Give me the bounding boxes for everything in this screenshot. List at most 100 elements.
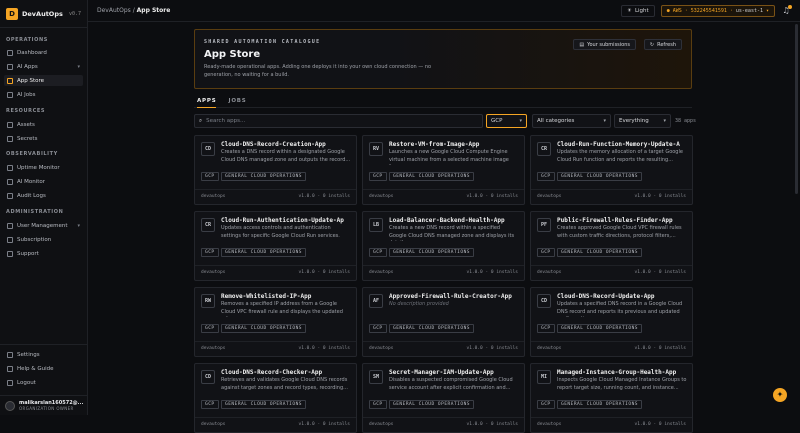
search-input[interactable]: ⌕ Search apps... [194,114,483,128]
app-card[interactable]: PF Public-Firewall-Rules-Finder-App Create… [530,211,693,281]
version-installs: v1.0.0 · 0 installs [634,270,686,275]
publisher-label: devautops [201,346,226,351]
app-title: Remove-Whitelisted-IP-App [221,293,312,300]
app-title: Load-Balancer-Backend-Health-App [389,217,505,224]
app-description: Updates the memory allocation of a targe… [557,149,683,163]
app-card[interactable]: RV Restore-VM-from-Image-App Launches a ne… [362,135,525,205]
sidebar-item-ai-jobs[interactable]: AI Jobs [4,89,83,100]
publisher-label: devautops [369,270,394,275]
app-card[interactable]: CR Cloud-Run-Authentication-Update-Ap Upda… [194,211,357,281]
card-divider [531,189,692,190]
app-title: Cloud-Run-Authentication-Update-Ap [221,217,344,224]
app-card[interactable]: CD Cloud-DNS-Record-Update-App Updates a s… [530,287,693,357]
sidebar-item-subscription[interactable]: Subscription [4,234,83,245]
user-role: ORGANIZATION OWNER [19,406,74,411]
sidebar-item-dashboard[interactable]: Dashboard [4,47,83,58]
card-divider [363,189,524,190]
app-count: 38 apps [675,118,697,124]
app-card[interactable]: MI Managed-Instance-Group-Health-App Inspe… [530,363,693,433]
your-submissions-button[interactable]: ▤ Your submissions [573,39,636,50]
app-description: Retrieves and validates Google Cloud DNS… [221,377,348,391]
provider-tag: GCP [201,248,219,257]
tab-apps[interactable]: APPS [197,96,217,108]
publisher-label: devautops [537,346,562,351]
app-title: Cloud-DNS-Record-Checker-App [221,369,323,376]
card-divider [363,341,524,342]
version-installs: v1.0.0 · 0 installs [634,346,686,351]
section-administration: ADMINISTRATION [6,209,64,215]
app-card[interactable]: CD Cloud-DNS-Record-Checker-App Retrieves … [194,363,357,433]
app-title: Cloud-Run-Function-Memory-Update-A [557,141,680,148]
breadcrumb-root[interactable]: DevAutOps [97,7,131,14]
theme-toggle-button[interactable]: ☀ Light [621,4,655,17]
gear-icon [7,351,13,358]
app-icon: RV [369,142,383,156]
category-select[interactable]: All categories ▾ [532,114,611,128]
section-observability: OBSERVABILITY [6,151,58,157]
provider-tag: GCP [537,324,555,333]
sidebar: D DevAutOps v0.7 OPERATIONS Dashboard AI… [0,0,88,415]
provider-tag: GCP [369,400,387,409]
category-tag: GENERAL CLOUD OPERATIONS [389,400,475,409]
sidebar-item-assets[interactable]: Assets [4,119,83,130]
publisher-label: devautops [537,270,562,275]
sidebar-item-secrets[interactable]: Secrets [4,133,83,144]
sidebar-item-settings[interactable]: Settings [4,349,83,360]
app-description: Launches a new Google Cloud Compute Engi… [389,149,509,165]
chevron-down-icon: ▾ [765,7,769,14]
refresh-button[interactable]: ↻ Refresh [643,39,682,50]
app-card[interactable]: CR Cloud-Run-Function-Memory-Update-A Upda… [530,135,693,205]
pulse-icon [7,164,13,171]
provider-select[interactable]: GCP ▾ [486,114,527,128]
app-description: Creates a new DNS record within a specif… [389,225,515,241]
app-title: Cloud-DNS-Record-Creation-App [221,141,326,148]
category-tag: GENERAL CLOUD OPERATIONS [557,248,643,257]
app-icon: LB [369,218,383,232]
category-tag: GENERAL CLOUD OPERATIONS [221,400,307,409]
monitor-icon [7,178,13,185]
sidebar-item-uptime-monitor[interactable]: Uptime Monitor [4,162,83,173]
separator: · [684,7,688,14]
scope-select[interactable]: Everything ▾ [614,114,671,128]
sidebar-item-ai-monitor[interactable]: AI Monitor [4,176,83,187]
app-card[interactable]: AF Approved-Firewall-Rule-Creator-App No d… [362,287,525,357]
chevron-down-icon: ▾ [519,118,522,124]
sidebar-item-logout[interactable]: Logout [4,377,83,388]
aws-account-selector[interactable]: ● AWS · 532245541591 · us-east-1 ▾ [660,4,775,17]
tab-jobs[interactable]: JOBS [228,96,246,108]
topbar: DevAutOps / App Store ☀ Light ● AWS · 53… [88,0,800,22]
provider-tag: GCP [201,172,219,181]
sidebar-item-ai-apps[interactable]: AI Apps ▾ [4,61,83,72]
provider-tag: GCP [537,400,555,409]
sidebar-item-help[interactable]: Help & Guide [4,363,83,374]
publisher-label: devautops [201,422,226,427]
app-card[interactable]: RW Remove-Whitelisted-IP-App Removes a spe… [194,287,357,357]
version-installs: v1.0.0 · 0 installs [298,422,350,427]
section-operations: OPERATIONS [6,37,48,43]
sidebar-item-user-management[interactable]: User Management ▾ [4,220,83,231]
logout-icon [7,379,13,386]
app-card[interactable]: CD Cloud-DNS-Record-Creation-App Creates a… [194,135,357,205]
app-card[interactable]: SM Secret-Manager-IAM-Update-App Disables … [362,363,525,433]
provider-tag: GCP [369,248,387,257]
app-card[interactable]: LB Load-Balancer-Backend-Health-App Create… [362,211,525,281]
user-profile[interactable]: malikarslan160572@... ORGANIZATION OWNER [0,395,88,415]
notifications-button[interactable]: ♫ [781,4,792,16]
sidebar-item-app-store[interactable]: App Store [4,75,83,86]
category-tag: GENERAL CLOUD OPERATIONS [389,172,475,181]
app-title: Cloud-DNS-Record-Update-App [557,293,655,300]
sidebar-item-audit-logs[interactable]: Audit Logs [4,190,83,201]
scrollbar[interactable] [795,24,798,194]
section-resources: RESOURCES [6,108,46,114]
version-installs: v1.0.0 · 0 installs [634,194,686,199]
sidebar-divider [0,344,87,345]
app-description: Inspects Google Cloud Managed Instance G… [557,377,687,391]
app-icon: RW [201,294,215,308]
assistant-fab-button[interactable]: ✦ [773,388,787,402]
card-divider [195,189,356,190]
store-icon [7,77,13,84]
sidebar-item-support[interactable]: Support [4,248,83,259]
brand-name: DevAutOps [22,9,63,18]
brand[interactable]: D DevAutOps v0.7 [0,0,87,28]
app-icon: PF [537,218,551,232]
